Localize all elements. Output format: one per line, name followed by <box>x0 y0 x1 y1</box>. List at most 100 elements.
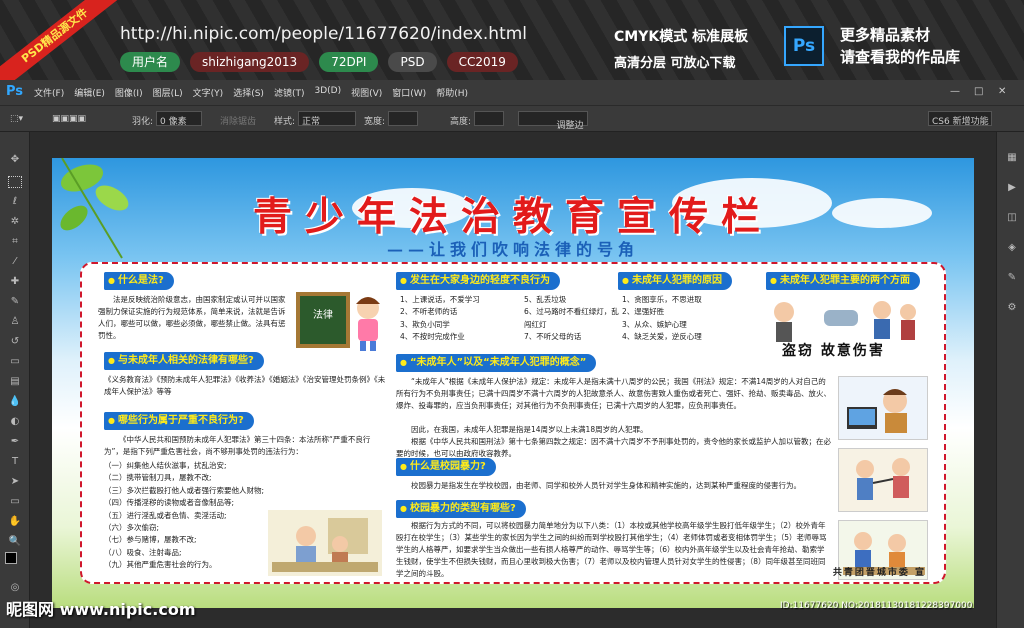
feather-input[interactable]: 0 像素 <box>156 111 202 127</box>
list-item: （五）进行淫乱或者色情、卖淫活动; <box>104 510 227 520</box>
shape-tool-icon[interactable]: ▭ <box>8 496 22 508</box>
list-item: （四）传播淫秽的读物或者音像制品等; <box>104 498 235 508</box>
list-item: 1、上课说话，不爱学习 <box>400 295 480 304</box>
pen-tool-icon[interactable]: ✒ <box>8 436 22 448</box>
path-select-icon[interactable]: ➤ <box>8 476 22 488</box>
feather-label: 羽化: <box>132 117 154 127</box>
poster-title: 青少年法治教育宣传栏 <box>252 194 773 240</box>
lasso-tool-icon[interactable]: ℓ <box>8 196 22 208</box>
section-body-minor-definition: “未成年人”根据《未成年人保护法》规定：未成年人是指未满十八周岁的公民；我国《刑… <box>396 377 831 410</box>
move-tool-icon[interactable]: ✥ <box>8 154 22 166</box>
theft-assault-illustration-icon <box>774 301 916 342</box>
blur-tool-icon[interactable]: 💧 <box>8 396 22 408</box>
healing-brush-icon[interactable]: ✚ <box>8 276 22 288</box>
list-item: （六）多次偷窃; <box>104 523 160 533</box>
menu-select[interactable]: 选择(S) <box>233 86 264 99</box>
menu-file[interactable]: 文件(F) <box>34 86 64 99</box>
crime-causes-list: 1、贪图享乐，不思进取 2、逞强好胜 3、从众、嫉妒心理 4、缺乏关爱，逆反心理 <box>622 294 758 344</box>
list-item: 4、缺乏关爱，逆反心理 <box>622 332 702 342</box>
magic-wand-icon[interactable]: ✲ <box>8 216 22 228</box>
section-head-minor-definition: “未成年人”以及“未成年人犯罪的概念” <box>396 354 597 372</box>
section-head-crime-causes: 未成年人犯罪的原因 <box>618 272 732 290</box>
section-body-serious-misconduct: 《中华人民共和国预防未成年人犯罪法》第三十四条：本法所称“严重不良行为”，是指下… <box>104 435 371 456</box>
height-label: 高度: <box>450 117 472 127</box>
width-label: 宽度: <box>364 117 386 127</box>
height-input[interactable] <box>474 111 504 126</box>
style-select[interactable]: 正常 <box>298 111 356 127</box>
menu-layer[interactable]: 图层(L) <box>153 86 183 99</box>
section-head-what-is-law: 什么是法? <box>104 272 174 290</box>
more-materials-text: 更多精品素材 请查看我的作品库 <box>840 26 961 66</box>
serious-misconduct-list: （一）纠集他人结伙滋事，扰乱治安; （二）携带管制刀具，屡教不改; （三）多次拦… <box>104 460 284 572</box>
dodge-tool-icon[interactable]: ◐ <box>8 416 22 428</box>
menu-help[interactable]: 帮助(H) <box>436 86 468 99</box>
poster-canvas: 青少年法治教育宣传栏 ——让我们吹响法律的号角 什么是法? 法是反映统治阶级意志… <box>52 158 974 608</box>
close-icon[interactable]: ✕ <box>998 86 1006 97</box>
menu-window[interactable]: 窗口(W) <box>392 86 426 99</box>
maximize-icon[interactable]: □ <box>974 86 983 97</box>
list-item: 3、欺负小同学 <box>400 319 450 329</box>
eraser-tool-icon[interactable]: ▭ <box>8 356 22 368</box>
ps-logo-icon: Ps <box>6 84 24 99</box>
image-id-watermark: ID:11677620 NO:20181130181228397000 <box>780 601 973 611</box>
channels-panel-icon[interactable]: ◈ <box>1005 242 1019 254</box>
crime-aspects-caption: 盗窃 故意伤害 <box>782 343 885 359</box>
history-panel-icon[interactable]: ▦ <box>1005 152 1019 164</box>
list-item: （八）吸食、注射毒品; <box>104 547 182 557</box>
actions-panel-icon[interactable]: ▶ <box>1005 182 1019 194</box>
stamp-tool-icon[interactable]: ♙ <box>8 316 22 328</box>
section-head-violence-types: 校园暴力的类型有哪些? <box>396 500 526 518</box>
layers-panel-icon[interactable]: ◫ <box>1005 212 1019 224</box>
family-illustration-icon <box>268 510 382 576</box>
workspace-select[interactable]: CS6 新增功能 <box>928 111 992 127</box>
menu-type[interactable]: 文字(Y) <box>193 86 224 99</box>
promo-banner: PSD精品源文件 http://hi.nipic.com/people/1167… <box>0 0 1024 97</box>
type-tool-icon[interactable]: T <box>8 456 22 468</box>
menu-filter[interactable]: 滤镜(T) <box>274 86 305 99</box>
foreground-color-swatch[interactable] <box>5 552 17 564</box>
history-brush-icon[interactable]: ↺ <box>8 336 22 348</box>
menu-bar: Ps 文件(F) 编辑(E) 图像(I) 图层(L) 文字(Y) 选择(S) 滤… <box>0 80 1024 106</box>
menu-3d[interactable]: 3D(D) <box>314 86 341 99</box>
tag-username-label: 用户名 <box>120 52 181 72</box>
section-body-violence-types: 根据行为方式的不同，可以将校园暴力简单地分为以下八类：（1）本校或其他学校高年级… <box>396 521 827 578</box>
list-item: （二）携带管制刀具，屡教不改; <box>104 473 212 483</box>
selection-mode-icons[interactable]: ▣▣▣▣ <box>52 114 86 124</box>
crop-tool-icon[interactable]: ⌗ <box>8 236 22 248</box>
section-body-minor-crime: 因此，在我国，未成年人犯罪是指是14周岁以上未满18周岁的人犯罪。 <box>411 425 648 434</box>
marquee-tool-icon[interactable] <box>8 176 22 188</box>
minimize-icon[interactable]: — <box>950 86 960 97</box>
antialias-checkbox[interactable]: 消除锯齿 <box>220 114 256 127</box>
content-panel: 什么是法? 法是反映统治阶级意志，由国家制定或认可并以国家强制力保证实施的行为规… <box>80 262 946 584</box>
paths-panel-icon[interactable]: ✎ <box>1005 272 1019 284</box>
author-url[interactable]: http://hi.nipic.com/people/11677620/inde… <box>120 24 527 44</box>
zoom-tool-icon[interactable]: 🔍 <box>8 536 22 548</box>
width-input[interactable] <box>388 111 418 126</box>
options-bar: ⬚▾ ▣▣▣▣ 羽化: 0 像素 消除锯齿 样式: 正常 宽度: 高度: 调整边… <box>0 106 1024 144</box>
computer-boy-illustration-icon <box>838 376 928 440</box>
list-item: 3、从众、嫉妒心理 <box>622 319 687 329</box>
marquee-tool-icon[interactable]: ⬚▾ <box>10 114 23 124</box>
properties-panel-icon[interactable]: ⚙ <box>1005 302 1019 314</box>
section-head-serious-misconduct: 哪些行为属于严重不良行为? <box>104 412 254 430</box>
tag-format: PSD <box>388 52 437 72</box>
list-item: 6、过马路时不看红绿灯，乱闯红灯 <box>524 307 619 329</box>
section-body-related-laws: 《义务教育法》《预防未成年人犯罪法》《收养法》《婚姻法》《治安管理处罚条例》《未… <box>104 375 386 396</box>
tag-dpi: 72DPI <box>319 52 379 72</box>
download-hint: 高清分层 可放心下载 <box>614 56 736 71</box>
menu-image[interactable]: 图像(I) <box>115 86 143 99</box>
nipic-watermark: 昵图网 www.nipic.com <box>6 600 196 619</box>
hand-tool-icon[interactable]: ✋ <box>8 516 22 528</box>
section-head-minor-misconduct: 发生在大家身边的轻度不良行为 <box>396 272 560 290</box>
section-body-what-is-law: 法是反映统治阶级意志，由国家制定或认可并以国家强制力保证实施的行为规范体系，简单… <box>98 295 286 340</box>
list-item: 7、不听父母的话 <box>524 332 582 342</box>
brush-tool-icon[interactable]: ✎ <box>8 296 22 308</box>
menu-edit[interactable]: 编辑(E) <box>74 86 105 99</box>
gradient-tool-icon[interactable]: ▤ <box>8 376 22 388</box>
eyedropper-icon[interactable]: ⁄ <box>8 256 22 268</box>
quick-mask-icon[interactable]: ◎ <box>8 582 22 594</box>
refine-edge-button[interactable]: 调整边缘... <box>518 111 588 144</box>
menu-items: 文件(F) 编辑(E) 图像(I) 图层(L) 文字(Y) 选择(S) 滤镜(T… <box>34 86 468 99</box>
list-item: （三）多次拦截殴打他人或者强行索要他人财物; <box>104 485 265 495</box>
menu-view[interactable]: 视图(V) <box>351 86 382 99</box>
